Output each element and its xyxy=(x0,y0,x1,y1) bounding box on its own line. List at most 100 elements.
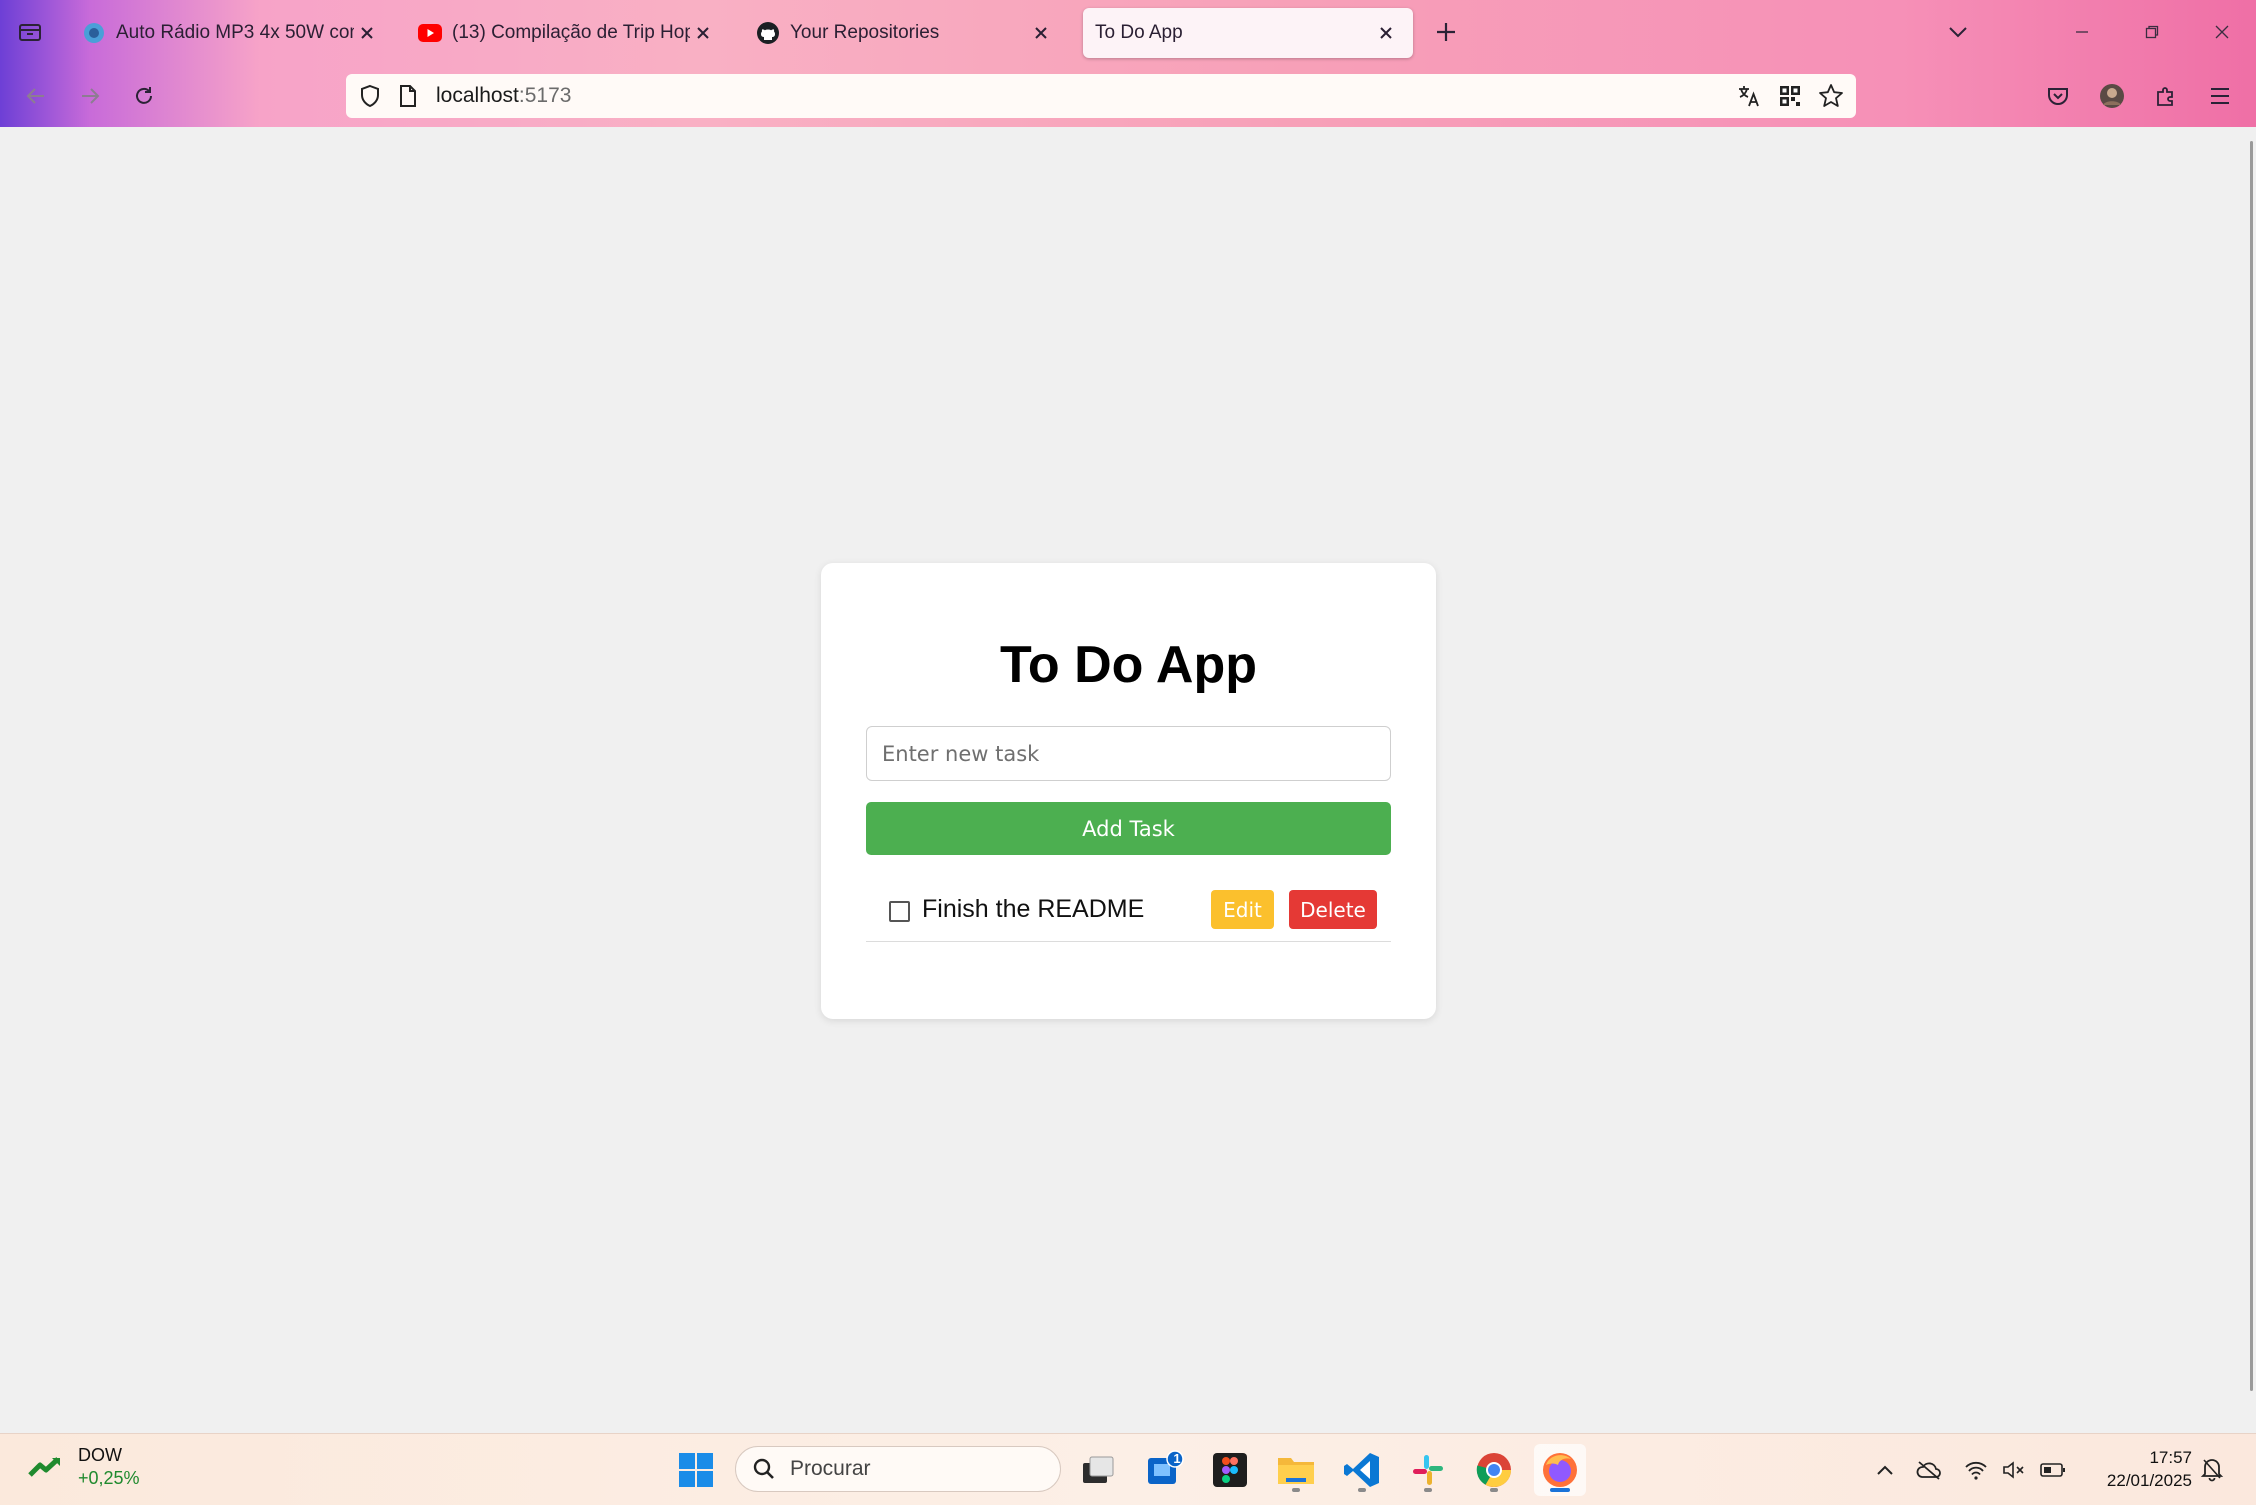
chrome-icon xyxy=(1476,1453,1511,1487)
chevron-down-icon xyxy=(1949,27,1967,38)
taskbar-app-figma[interactable] xyxy=(1204,1444,1256,1496)
tab-title: Your Repositories xyxy=(790,22,940,43)
task-text: Finish the README xyxy=(922,895,1145,923)
puzzle-icon xyxy=(2157,87,2173,106)
running-indicator xyxy=(1358,1488,1366,1492)
reload-button[interactable] xyxy=(124,76,164,116)
github-favicon-icon xyxy=(756,21,780,45)
youtube-favicon-icon xyxy=(418,21,442,45)
plus-icon xyxy=(1437,23,1455,41)
close-window-button[interactable] xyxy=(2202,14,2242,50)
account-button[interactable] xyxy=(2092,76,2132,116)
tab-your-repositories[interactable]: Your Repositories xyxy=(738,8,1068,58)
chevron-up-icon[interactable] xyxy=(1876,1464,1894,1476)
task-view-icon xyxy=(1083,1456,1114,1483)
back-button[interactable] xyxy=(16,76,56,116)
running-indicator xyxy=(1424,1488,1432,1492)
bookmark-star-icon[interactable] xyxy=(1818,83,1844,109)
search-placeholder: Procurar xyxy=(790,1457,871,1480)
translate-icon[interactable] xyxy=(1736,83,1762,109)
hamburger-menu-icon xyxy=(2211,88,2229,104)
scrollbar-thumb[interactable] xyxy=(2250,141,2253,1391)
search-icon xyxy=(753,1458,774,1479)
taskbar-clock[interactable]: 17:57 22/01/2025 xyxy=(2107,1446,2192,1492)
tab-title: To Do App xyxy=(1095,22,1183,43)
cloud-offline-icon[interactable] xyxy=(1916,1460,1942,1480)
trend-up-icon xyxy=(28,1457,60,1477)
taskbar-app-chrome[interactable] xyxy=(1468,1444,1520,1496)
clock-time: 17:57 xyxy=(2149,1448,2192,1467)
folder-icon xyxy=(1278,1458,1314,1484)
close-icon[interactable] xyxy=(354,20,380,46)
tab-title: (13) Compilação de Trip Hop e Lofi xyxy=(452,22,690,43)
taskbar-app-mail[interactable]: 1 xyxy=(1138,1444,1190,1496)
notification-bell-icon[interactable] xyxy=(2200,1456,2224,1482)
vscode-icon xyxy=(1344,1453,1379,1487)
minimize-icon xyxy=(2076,31,2088,33)
address-bar[interactable]: localhost:5173 xyxy=(346,74,1856,118)
clock-date: 22/01/2025 xyxy=(2106,1471,2192,1490)
task-list: Finish the README Edit Delete xyxy=(866,879,1391,942)
close-icon[interactable] xyxy=(1028,20,1054,46)
tab-title: Auto Rádio MP3 4x 50W com FM xyxy=(116,22,354,43)
taskbar-app-vscode[interactable] xyxy=(1336,1444,1388,1496)
list-all-tabs-button[interactable] xyxy=(1940,14,1976,50)
start-button[interactable] xyxy=(670,1444,722,1496)
widget-title: DOW xyxy=(78,1445,122,1465)
wifi-icon[interactable] xyxy=(1964,1460,1988,1480)
pocket-button[interactable] xyxy=(2038,76,2078,116)
battery-icon[interactable] xyxy=(2040,1462,2066,1478)
scrollbar[interactable] xyxy=(2242,127,2256,1433)
qr-code-icon[interactable] xyxy=(1778,84,1802,108)
new-task-input[interactable] xyxy=(866,726,1391,781)
taskbar-app-slack[interactable] xyxy=(1402,1444,1454,1496)
globe-favicon-icon xyxy=(82,21,106,45)
figma-icon xyxy=(1213,1453,1247,1487)
windows-taskbar: DOW +0,25% Procurar 1 17:57 22/01/2025 xyxy=(0,1433,2256,1505)
restore-button[interactable] xyxy=(2132,14,2172,50)
reload-icon xyxy=(136,87,152,104)
active-indicator xyxy=(1550,1488,1570,1492)
tab-auto-radio[interactable]: Auto Rádio MP3 4x 50W com FM xyxy=(64,8,394,58)
app-menu-button[interactable] xyxy=(2200,76,2240,116)
tab-overview-button[interactable] xyxy=(12,14,48,50)
close-icon[interactable] xyxy=(690,20,716,46)
restore-icon xyxy=(2145,25,2159,39)
avatar xyxy=(2100,84,2124,108)
system-tray xyxy=(1876,1434,2066,1505)
taskbar-search[interactable]: Procurar xyxy=(735,1446,1061,1492)
forward-button[interactable] xyxy=(70,76,110,116)
taskbar-app-firefox[interactable] xyxy=(1534,1444,1586,1496)
tab-trip-hop[interactable]: (13) Compilação de Trip Hop e Lofi xyxy=(400,8,730,58)
delete-task-button[interactable]: Delete xyxy=(1289,890,1377,929)
volume-muted-icon[interactable] xyxy=(2002,1460,2026,1480)
todo-card: To Do App Add Task Finish the README Edi… xyxy=(821,563,1436,1019)
slack-icon xyxy=(1413,1455,1443,1485)
app-title: To Do App xyxy=(999,636,1258,694)
page-icon[interactable] xyxy=(398,84,418,108)
add-task-button[interactable]: Add Task xyxy=(866,802,1391,855)
running-indicator xyxy=(1490,1488,1498,1492)
window-icon xyxy=(19,24,41,41)
browser-chrome: Auto Rádio MP3 4x 50W com FM (13) Compil… xyxy=(0,0,2256,128)
new-tab-button[interactable] xyxy=(1428,14,1464,50)
task-item: Finish the README Edit Delete xyxy=(866,879,1391,942)
task-checkbox[interactable] xyxy=(889,901,910,922)
tab-to-do-app[interactable]: To Do App xyxy=(1083,8,1413,58)
mail-badge: 1 xyxy=(1173,1451,1181,1466)
firefox-icon xyxy=(1543,1453,1577,1487)
minimize-button[interactable] xyxy=(2062,14,2102,50)
url-port: :5173 xyxy=(518,84,572,107)
url-host: localhost xyxy=(436,84,519,107)
close-icon[interactable] xyxy=(1373,20,1399,46)
windows-logo-icon xyxy=(679,1453,713,1487)
taskbar-app-file-explorer[interactable] xyxy=(1270,1444,1322,1496)
navigation-toolbar: localhost:5173 xyxy=(0,66,2256,126)
task-view-button[interactable] xyxy=(1072,1444,1124,1496)
extensions-button[interactable] xyxy=(2146,76,2186,116)
close-icon xyxy=(2215,25,2229,39)
stock-widget[interactable]: DOW +0,25% xyxy=(28,1444,140,1490)
arrow-right-icon xyxy=(82,88,100,104)
edit-task-button[interactable]: Edit xyxy=(1211,890,1274,929)
shield-icon[interactable] xyxy=(358,84,382,108)
